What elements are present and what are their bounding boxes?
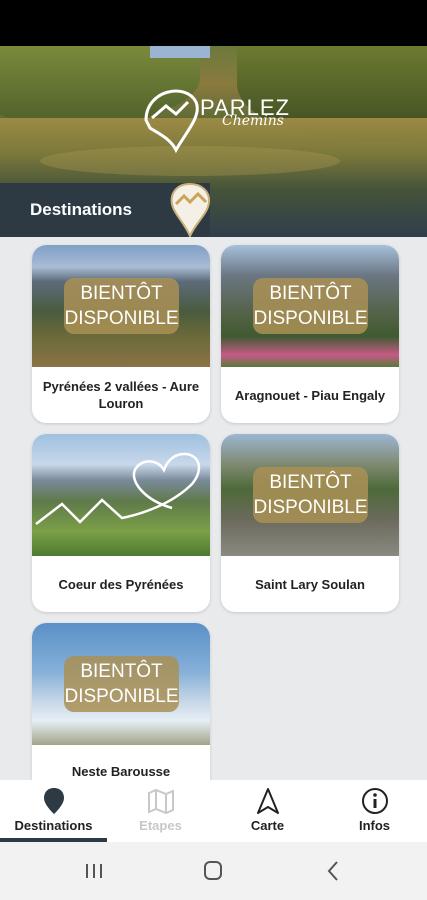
nav-infos[interactable]: Infos bbox=[321, 780, 427, 842]
destination-card-coeur-des-pyrenees[interactable]: Coeur des Pyrénées bbox=[32, 434, 210, 612]
destination-card-saint-lary-soulan[interactable]: BIENTÔT DISPONIBLE Saint Lary Soulan bbox=[221, 434, 399, 612]
destination-label: Aragnouet - Piau Engaly bbox=[234, 387, 386, 403]
destination-label: Coeur des Pyrénées bbox=[58, 576, 184, 592]
recent-apps-icon[interactable] bbox=[74, 856, 114, 886]
status-bar bbox=[0, 0, 427, 46]
map-icon bbox=[147, 788, 174, 815]
destination-image: BIENTÔT DISPONIBLE bbox=[32, 623, 210, 745]
destination-image: BIENTÔT DISPONIBLE bbox=[221, 434, 399, 556]
destination-image: BIENTÔT DISPONIBLE bbox=[221, 245, 399, 367]
coming-soon-badge: BIENTÔT DISPONIBLE bbox=[64, 278, 179, 334]
coming-soon-badge: BIENTÔT DISPONIBLE bbox=[253, 278, 368, 334]
nav-carte[interactable]: Carte bbox=[214, 780, 321, 842]
nav-etapes[interactable]: Etapes bbox=[107, 780, 214, 842]
home-icon[interactable] bbox=[193, 856, 233, 886]
coming-soon-badge: BIENTÔT DISPONIBLE bbox=[64, 656, 179, 712]
destination-label: Neste Barousse bbox=[71, 764, 171, 779]
navigation-arrow-icon bbox=[256, 788, 279, 814]
heart-line-icon bbox=[35, 452, 201, 525]
back-icon[interactable] bbox=[313, 856, 353, 886]
logo-subtitle: Chemins bbox=[222, 113, 284, 129]
system-navigation-bar bbox=[0, 842, 427, 900]
destination-card-neste-barousse[interactable]: BIENTÔT DISPONIBLE Neste Barousse bbox=[32, 623, 210, 780]
destination-image: BIENTÔT DISPONIBLE bbox=[32, 245, 210, 367]
destination-image bbox=[32, 434, 210, 556]
destination-label: Saint Lary Soulan bbox=[255, 576, 365, 592]
map-pin-icon bbox=[43, 788, 64, 814]
info-icon bbox=[361, 788, 388, 814]
section-title: Destinations bbox=[30, 200, 133, 219]
coming-soon-badge: BIENTÔT DISPONIBLE bbox=[253, 467, 368, 523]
destination-card-aure-louron[interactable]: BIENTÔT DISPONIBLE Pyrénées 2 vallées - A… bbox=[32, 245, 210, 423]
pin-logo-icon bbox=[170, 182, 211, 238]
destination-label: Pyrénées 2 vallées - Aure Louron bbox=[42, 379, 200, 411]
nav-destinations[interactable]: Destinations bbox=[0, 780, 107, 842]
destinations-grid: BIENTÔT DISPONIBLE Pyrénées 2 vallées - A… bbox=[0, 237, 427, 780]
bottom-navigation: Destinations Etapes Carte Infos bbox=[0, 780, 427, 842]
destination-card-piau-engaly[interactable]: BIENTÔT DISPONIBLE Aragnouet - Piau Engal… bbox=[221, 245, 399, 423]
